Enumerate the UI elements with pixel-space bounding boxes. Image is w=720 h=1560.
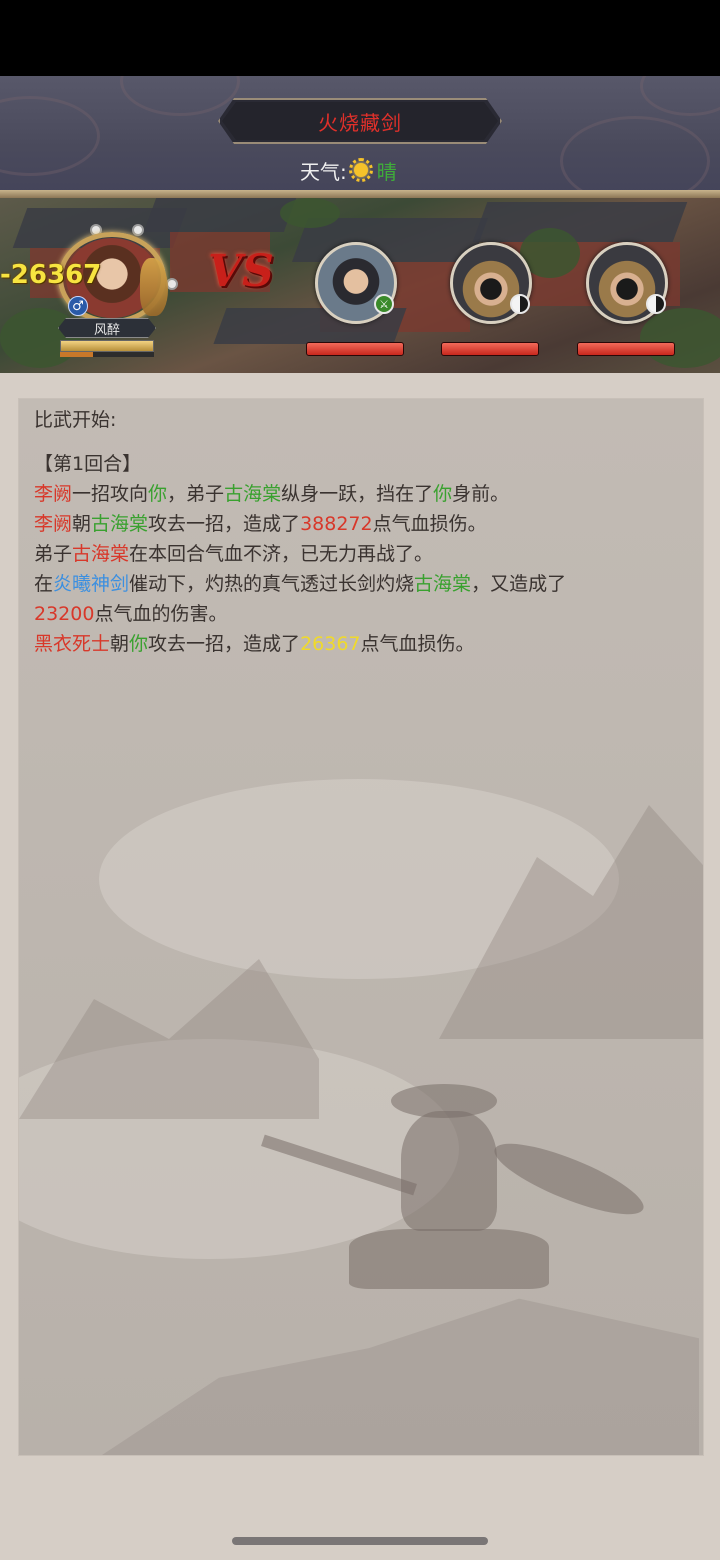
yinyang-icon <box>646 294 666 314</box>
vs-label: VS <box>208 246 274 297</box>
log-entry: 李阙朝古海棠攻去一招，造成了388272点气血损伤。 <box>34 513 487 535</box>
log-entry-continued: 23200点气血的伤害。 <box>34 603 228 625</box>
enemy-hp-bar-2 <box>441 342 539 356</box>
home-indicator[interactable] <box>232 1537 488 1545</box>
battle-log: 比武开始: 【第1回合】 李阙一招攻向你，弟子古海棠纵身一跃，挡在了你身前。 李… <box>34 405 684 659</box>
log-start-line: 比武开始: <box>34 409 117 431</box>
enemy-hp-bar-1 <box>306 342 404 356</box>
damage-float: -26367 <box>0 260 102 290</box>
battle-title: 火烧藏剑 <box>318 110 402 135</box>
player-mp-fill <box>60 352 93 357</box>
player-hp-fill <box>61 341 153 351</box>
enemy-hp-fill <box>307 343 403 355</box>
player-name: 风醉 <box>58 318 156 338</box>
weather-indicator: 天气: 晴 <box>300 155 397 185</box>
log-entry: 在炎曦神剑催动下，灼热的真气透过长剑灼烧古海棠，又造成了 <box>34 573 567 595</box>
log-entry: 黑衣死士朝你攻去一招，造成了26367点气血损伤。 <box>34 633 475 655</box>
weather-label: 天气: <box>300 159 347 184</box>
enemy-hp-fill <box>578 343 674 355</box>
player-hp-bar <box>60 340 154 352</box>
yinyang-icon <box>510 294 530 314</box>
enemy-hp-fill <box>442 343 538 355</box>
log-entry: 李阙一招攻向你，弟子古海棠纵身一跃，挡在了你身前。 <box>34 483 510 505</box>
sword-icon: ⚔ <box>374 294 394 314</box>
sun-icon <box>348 158 373 182</box>
status-bar <box>0 0 720 76</box>
enemy-hp-bar-3 <box>577 342 675 356</box>
log-entry: 弟子古海棠在本回合气血不济，已无力再战了。 <box>34 543 434 565</box>
header-border <box>0 190 720 198</box>
weather-value: 晴 <box>376 159 397 184</box>
log-round-header: 【第1回合】 <box>34 453 142 475</box>
male-icon: ♂ <box>68 296 88 316</box>
player-mp-bar <box>60 352 154 357</box>
